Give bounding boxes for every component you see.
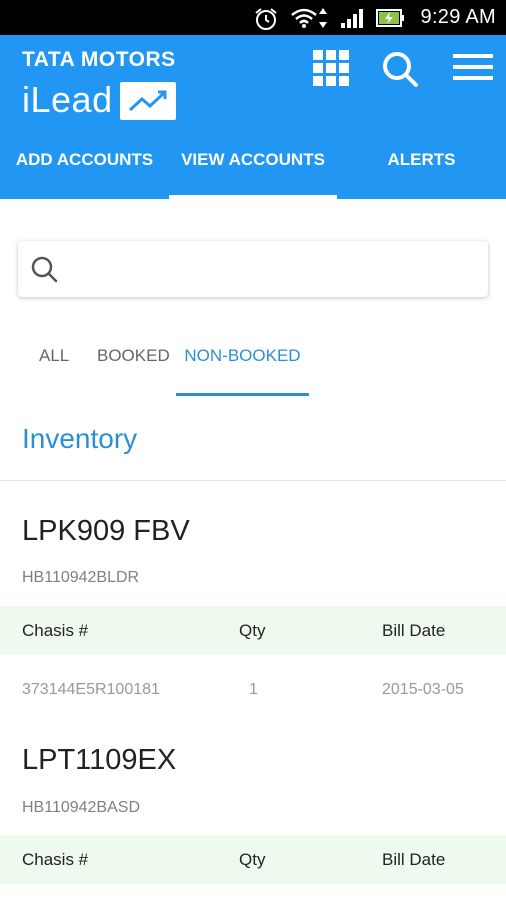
search-icon[interactable] — [381, 50, 419, 93]
trend-icon — [120, 82, 176, 120]
filter-all[interactable]: ALL — [39, 346, 69, 396]
tab-view-accounts[interactable]: VIEW ACCOUNTS — [169, 147, 337, 199]
cell-chasis: 373144E5R100181 — [22, 681, 160, 698]
signal-icon — [340, 7, 364, 34]
inventory-item[interactable]: LPT1109EX HB110942BASD Chasis # Qty Bill… — [0, 711, 506, 900]
battery-charging-icon — [376, 7, 406, 34]
table-header: Chasis # Qty Bill Date — [0, 606, 506, 655]
section-title: Inventory — [22, 423, 138, 454]
item-name: LPK909 FBV — [22, 515, 190, 547]
table-header: Chasis # Qty Bill Date — [0, 835, 506, 884]
status-time: 9:29 AM — [420, 6, 496, 28]
table-row: 373144E5R100181 1 2015-03-05 — [0, 681, 506, 705]
tab-add-accounts[interactable]: ADD ACCOUNTS — [0, 147, 169, 199]
search-input[interactable] — [74, 251, 474, 287]
active-filter-indicator — [176, 393, 309, 396]
brand-logo: TATA MOTORS — [22, 48, 176, 71]
status-bar: 9:29 AM — [0, 0, 506, 35]
inventory-item[interactable]: LPK909 FBV HB110942BLDR Chasis # Qty Bil… — [0, 481, 506, 711]
wifi-icon — [290, 7, 318, 34]
col-chasis: Chasis # — [22, 621, 89, 640]
app-name: iLead — [22, 79, 113, 120]
filter-non-booked[interactable]: NON-BOOKED — [176, 346, 309, 396]
item-code: HB110942BLDR — [22, 569, 140, 586]
col-qty: Qty — [239, 621, 266, 640]
search-icon — [30, 255, 58, 288]
cell-qty: 1 — [249, 681, 258, 698]
tab-alerts[interactable]: ALERTS — [337, 147, 506, 199]
search-bar[interactable] — [18, 241, 488, 297]
data-arrows-icon — [318, 7, 328, 34]
menu-icon[interactable] — [453, 50, 493, 89]
cell-bill-date: 2015-03-05 — [382, 681, 464, 698]
active-tab-indicator — [169, 195, 337, 199]
col-qty: Qty — [239, 850, 266, 869]
grid-icon[interactable] — [313, 50, 349, 91]
alarm-icon — [253, 7, 279, 36]
col-bill-date: Bill Date — [382, 850, 446, 869]
app-header: TATA MOTORS iLead ADD ACCOUNTS VIEW ACCO… — [0, 35, 506, 199]
filter-booked[interactable]: BOOKED — [97, 346, 170, 396]
col-chasis: Chasis # — [22, 850, 89, 869]
item-name: LPT1109EX — [22, 744, 177, 776]
item-code: HB110942BASD — [22, 799, 140, 816]
col-bill-date: Bill Date — [382, 621, 446, 640]
